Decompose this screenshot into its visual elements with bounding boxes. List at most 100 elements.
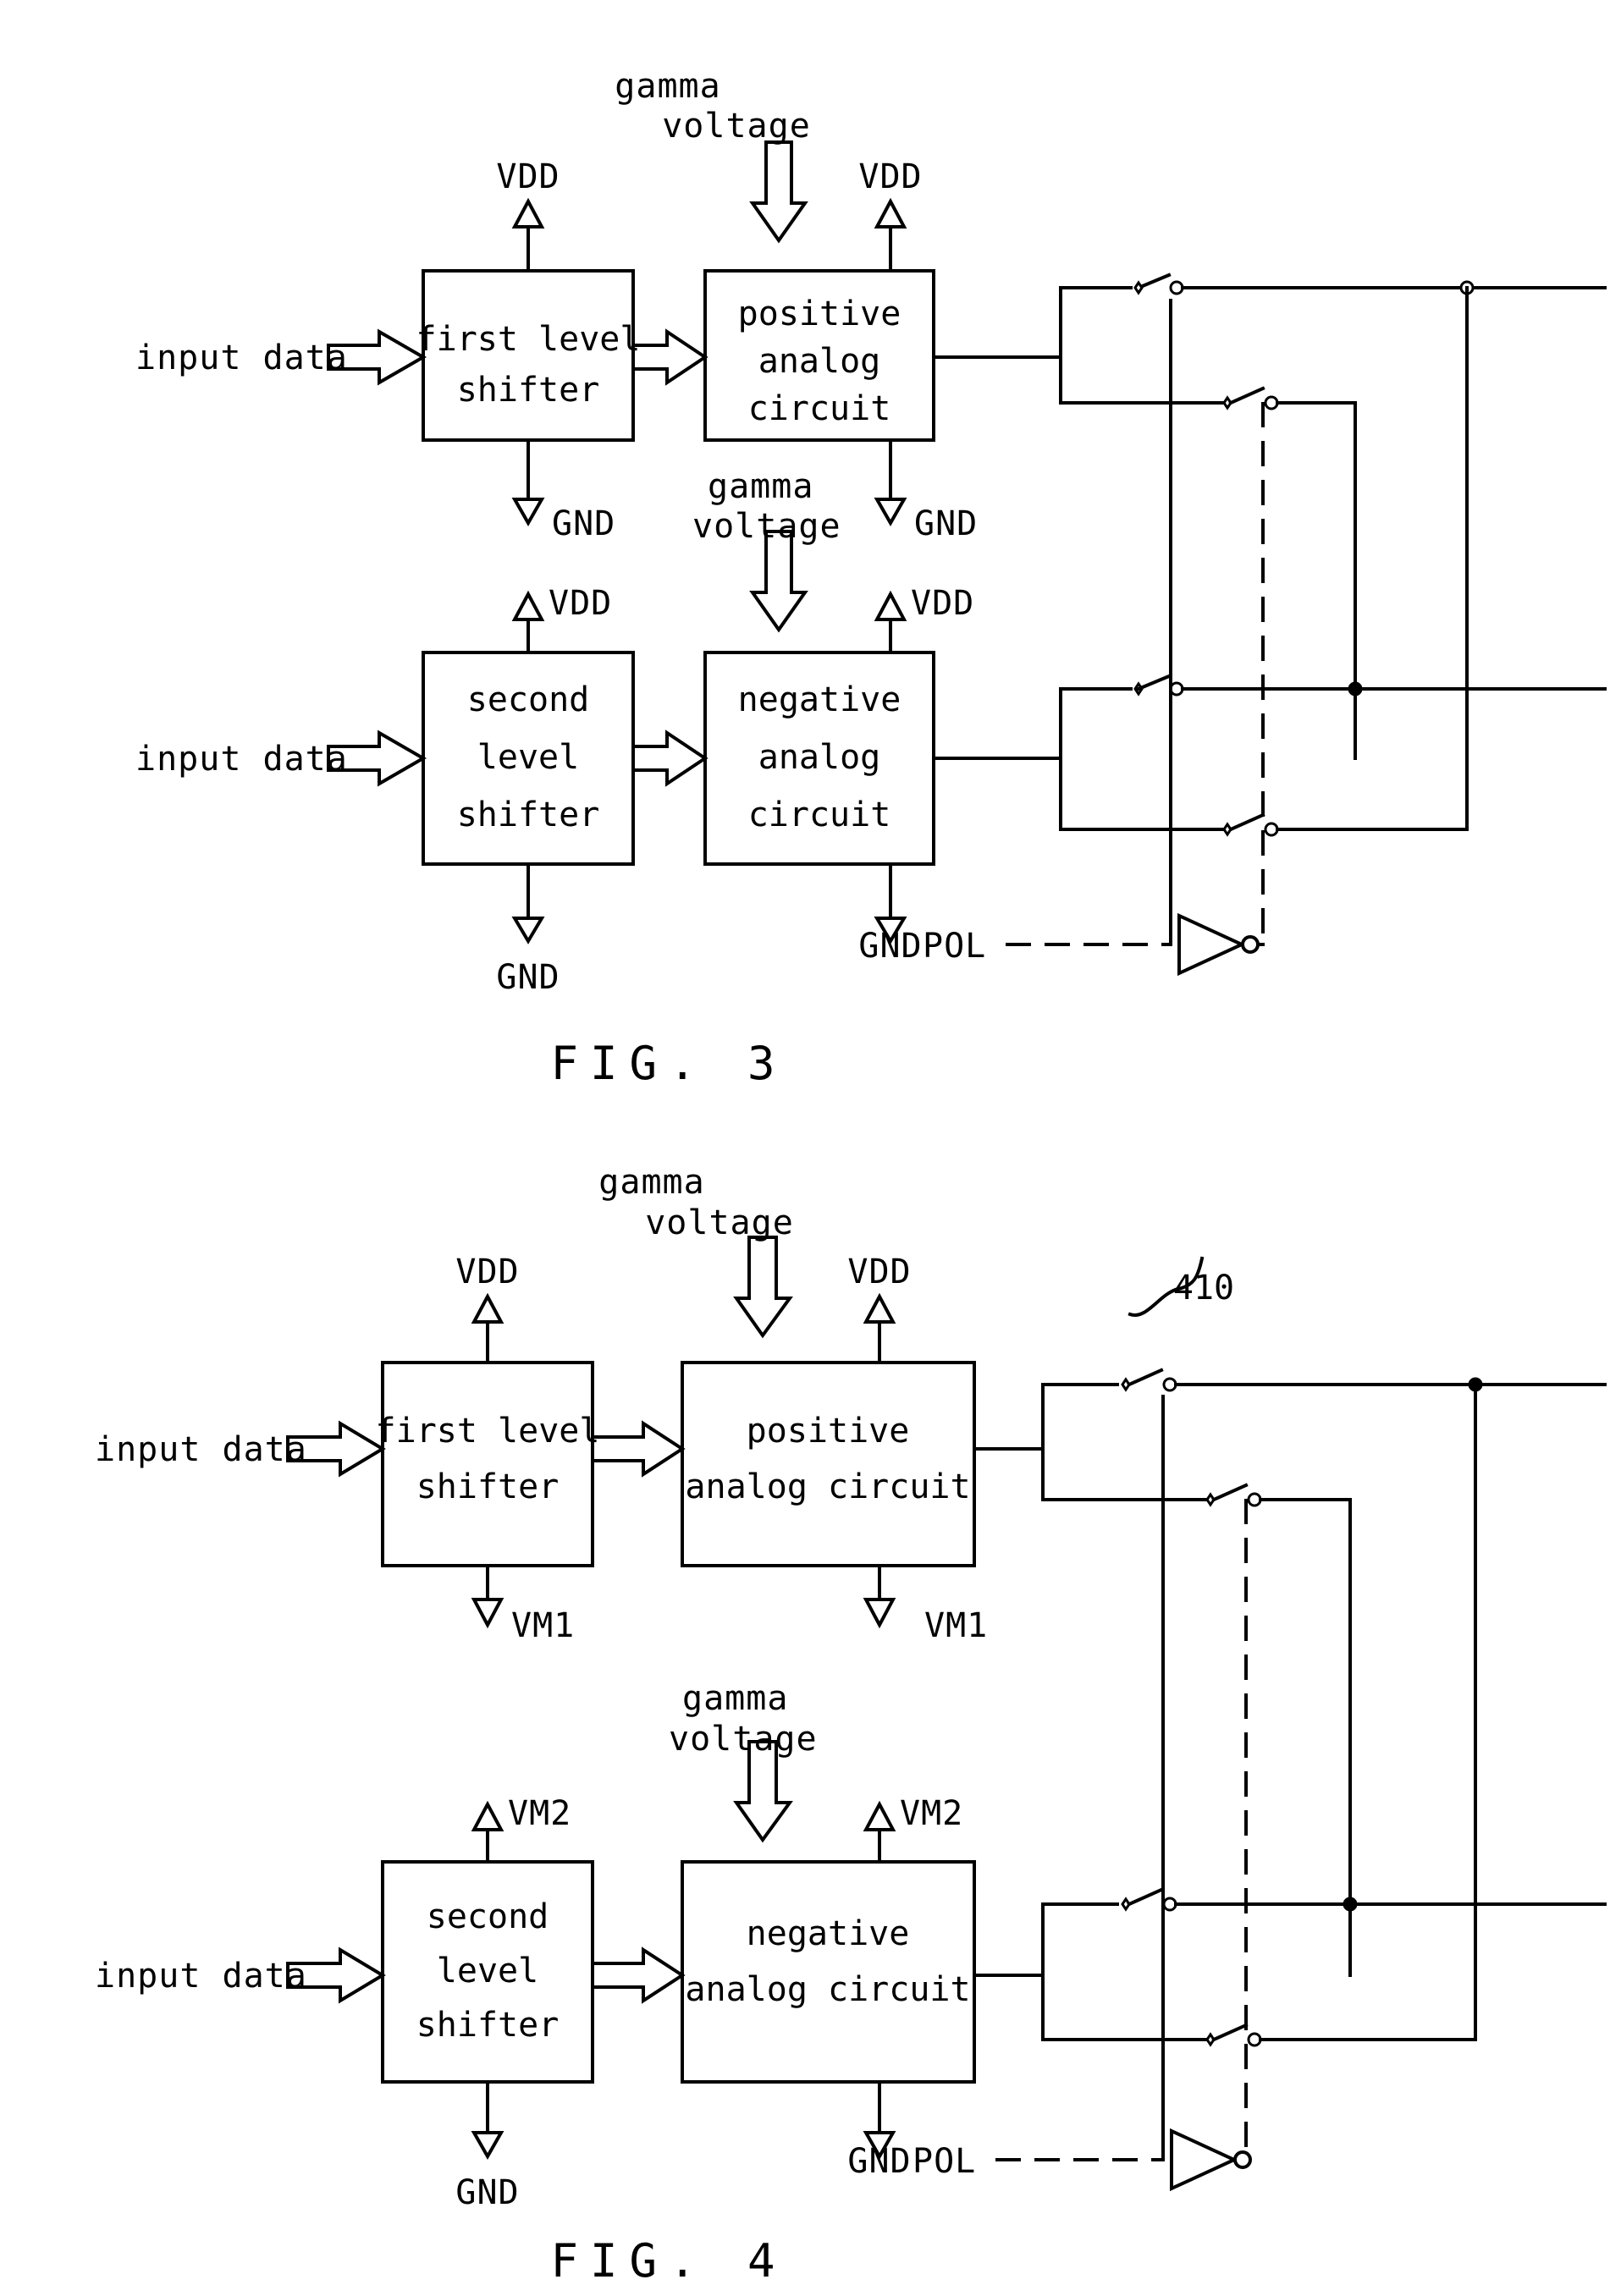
- gamma-voltage-top-block-arrow: [733, 1236, 793, 1339]
- vm1-ls1-label: VM1: [511, 1606, 575, 1645]
- switch-c-blade[interactable]: [1127, 1887, 1164, 1907]
- ls1-line2: shifter: [416, 1467, 560, 1506]
- pac-line1: positive: [747, 1412, 910, 1451]
- gnd-nac-label: GND: [847, 2142, 911, 2181]
- vm1-ls1-arrowhead: [471, 1598, 505, 1629]
- gnd-pac-label: GND: [914, 504, 978, 543]
- vm2-ls2-label: VM2: [508, 1794, 571, 1833]
- gamma-voltage-top-block-arrow: [749, 140, 808, 244]
- gnd-ls1-arrowhead: [511, 498, 545, 527]
- input-data-top-label: input data: [135, 339, 348, 377]
- gamma-voltage-bottom-line2: voltage: [669, 1720, 818, 1759]
- gnd-ls1-label: GND: [552, 504, 615, 543]
- gnd-ls2-label: GND: [455, 2173, 519, 2212]
- vm2-nac-arrowhead: [863, 1800, 896, 1831]
- nac-line3: circuit: [748, 796, 891, 834]
- switch-a-right-terminal: [1162, 1377, 1177, 1392]
- switch-a-right-terminal: [1169, 280, 1184, 295]
- switch-d-blade[interactable]: [1228, 812, 1265, 832]
- gnd-ls2-arrowhead: [511, 917, 545, 944]
- vm1-pac-arrowhead: [863, 1598, 896, 1629]
- gamma-voltage-top-line2: voltage: [662, 107, 811, 146]
- figure-4-caption: FIG. 4: [550, 2234, 786, 2288]
- gnd-nac-label: GND: [858, 927, 922, 966]
- vdd-ls1-label: VDD: [496, 157, 560, 196]
- switch-a-left-terminal: [1133, 280, 1144, 295]
- vdd-pac-arrowhead: [874, 197, 907, 228]
- ls2-line3: shifter: [416, 2006, 560, 2045]
- input-data-bottom-label: input data: [135, 740, 348, 779]
- vdd-nac-arrowhead: [874, 590, 907, 621]
- pol-label: POL: [923, 927, 986, 966]
- pac-line3: circuit: [748, 389, 891, 428]
- nac-line1: negative: [738, 680, 901, 719]
- inverter-bubble-icon: [1233, 2150, 1252, 2169]
- ls1-line1: first level: [376, 1412, 600, 1451]
- vdd-ls1-arrowhead: [471, 1292, 505, 1324]
- figure-4-drawing: input data input data gamma voltage gamm…: [95, 1163, 1607, 2288]
- vdd-ls2-arrowhead: [511, 590, 545, 621]
- input-data-bottom-label: input data: [95, 1957, 307, 1996]
- input-data-top-label: input data: [95, 1430, 307, 1469]
- vdd-ls1-arrowhead: [511, 197, 545, 228]
- ls2-line3: shifter: [457, 796, 600, 834]
- gamma-voltage-top-line2: voltage: [645, 1203, 794, 1242]
- bot-bus-junction: [1348, 681, 1363, 697]
- ls2-line2: level: [477, 738, 579, 777]
- vdd-pac-label: VDD: [858, 157, 922, 196]
- vm1-pac-label: VM1: [924, 1606, 988, 1645]
- nac-line2: analog circuit: [685, 1970, 970, 2009]
- ls1-line2: shifter: [457, 371, 600, 410]
- vdd-nac-label: VDD: [911, 584, 974, 623]
- switch-c-right-terminal: [1169, 681, 1184, 697]
- gnd-ls2-arrowhead: [471, 2131, 505, 2161]
- ls2-line1: second: [427, 1897, 549, 1936]
- switch-b-blade[interactable]: [1228, 386, 1265, 405]
- ls2-line1: second: [467, 680, 590, 719]
- inverter-triangle: [1177, 912, 1246, 977]
- vm2-nac-label: VM2: [900, 1794, 963, 1833]
- vdd-pac-arrowhead: [863, 1292, 896, 1324]
- pac-line2: analog: [758, 342, 881, 381]
- ls1-to-pac-block-arrow: [591, 1420, 686, 1478]
- gnd-ls2-label: GND: [496, 958, 560, 997]
- first-level-shifter-box: [381, 1361, 594, 1567]
- ls2-to-nac-block-arrow: [591, 1946, 686, 2004]
- ls1-to-pac-block-arrow: [631, 328, 709, 386]
- vm2-ls2-arrowhead: [471, 1800, 505, 1831]
- switch-c-right-terminal: [1162, 1897, 1177, 1912]
- switch-b-blade[interactable]: [1211, 1483, 1249, 1502]
- figure-3-caption: FIG. 3: [550, 1037, 786, 1090]
- switch-a-blade[interactable]: [1127, 1368, 1164, 1387]
- vdd-ls2-label: VDD: [549, 584, 612, 623]
- ls2-to-nac-block-arrow: [631, 730, 709, 787]
- gamma-voltage-bottom-line1: gamma: [682, 1679, 788, 1718]
- vdd-pac-label: VDD: [847, 1253, 911, 1291]
- inverter-triangle: [1170, 2128, 1238, 2192]
- figure-4: input data input data gamma voltage gamm…: [0, 1117, 1610, 2296]
- switch-d-right-terminal: [1247, 2032, 1262, 2047]
- gamma-voltage-bottom-line2: voltage: [692, 507, 841, 546]
- switch-c-blade[interactable]: [1136, 674, 1172, 691]
- gamma-voltage-top-line1: gamma: [615, 67, 720, 106]
- bot-bus-junction: [1343, 1897, 1358, 1912]
- gamma-voltage-bottom-block-arrow: [749, 530, 808, 633]
- switch-a-blade[interactable]: [1136, 273, 1172, 290]
- vdd-ls1-label: VDD: [455, 1253, 519, 1291]
- nac-line1: negative: [747, 1914, 910, 1953]
- positive-analog-circuit-box: [681, 1361, 976, 1567]
- gamma-voltage-bottom-line1: gamma: [708, 467, 813, 506]
- inverter-bubble-icon: [1241, 935, 1260, 954]
- switch-d-blade[interactable]: [1211, 2023, 1249, 2042]
- nac-line2: analog: [758, 738, 881, 777]
- switch-b-right-terminal: [1247, 1492, 1262, 1507]
- figure-3-drawing: input data input data gamma voltage gamm…: [135, 67, 1607, 1090]
- switch-b-right-terminal: [1264, 395, 1279, 410]
- switch-d-right-terminal: [1264, 822, 1279, 837]
- ls1-line1: first level: [416, 320, 641, 359]
- figure-3: input data input data gamma voltage gamm…: [0, 0, 1610, 1117]
- pac-line1: positive: [738, 295, 901, 333]
- gamma-voltage-top-line1: gamma: [598, 1163, 704, 1202]
- ref-410-label: 410: [1173, 1269, 1234, 1308]
- gnd-pac-arrowhead: [874, 498, 907, 527]
